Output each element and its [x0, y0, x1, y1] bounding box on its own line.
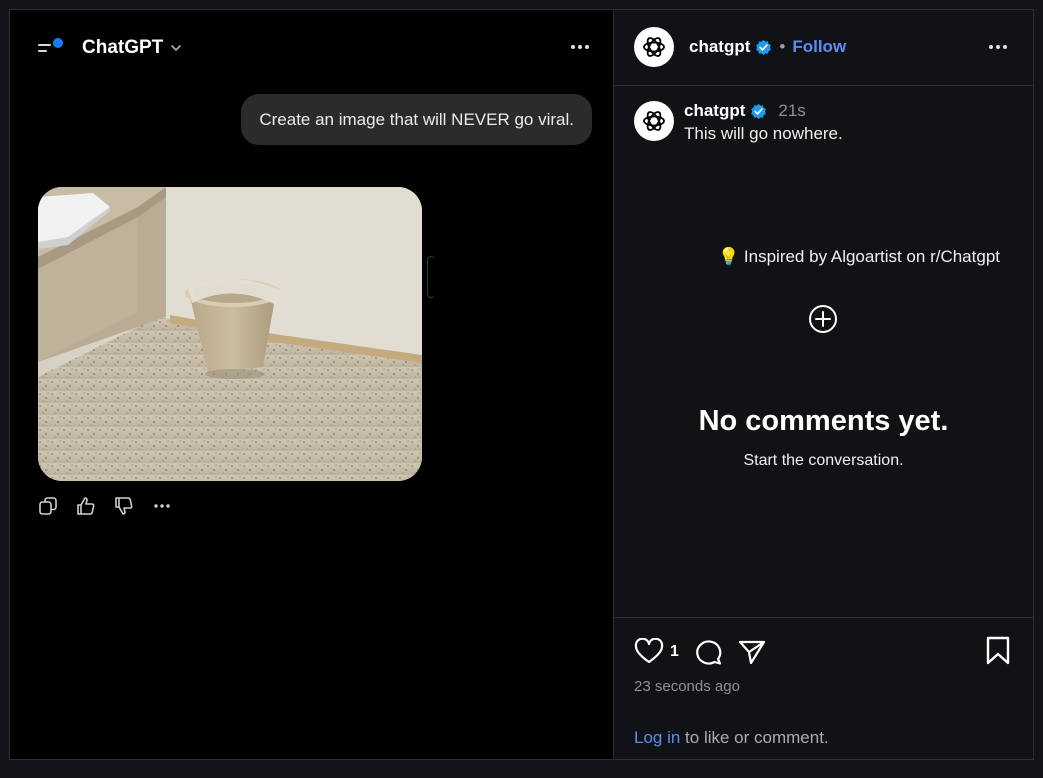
heart-icon[interactable] — [634, 638, 664, 666]
chatgpt-panel: ChatGPT Create an image that will NEVER … — [10, 10, 614, 759]
model-name: ChatGPT — [82, 37, 164, 58]
caption-text: This will go nowhere. — [684, 124, 843, 143]
image-carousel-handle[interactable] — [427, 256, 435, 298]
post-action-bar: 1 23 seconds ago Log in to like or comme… — [614, 617, 1033, 761]
caption-username[interactable]: chatgpt — [684, 101, 745, 121]
post-author-header: chatgpt • Follow — [614, 10, 1033, 86]
chatgpt-header: ChatGPT — [10, 10, 613, 86]
author-username[interactable]: chatgpt — [689, 37, 750, 57]
share-icon[interactable] — [737, 638, 767, 666]
model-selector[interactable]: ChatGPT — [82, 37, 183, 59]
openai-logo-icon — [643, 37, 665, 57]
app-frame: ChatGPT Create an image that will NEVER … — [9, 9, 1034, 760]
separator-dot: • — [779, 37, 786, 56]
more-options-icon[interactable] — [569, 40, 591, 54]
thumbs-up-icon[interactable] — [76, 496, 96, 516]
response-actions — [38, 496, 172, 516]
sidebar-menu-icon[interactable] — [38, 38, 66, 58]
lightbulb-icon: 💡 — [718, 247, 740, 266]
thumbs-down-icon[interactable] — [114, 496, 134, 516]
like-count: 1 — [670, 643, 679, 660]
verified-badge-icon — [756, 39, 772, 55]
caption-header: chatgpt 21s — [684, 101, 806, 121]
avatar[interactable] — [634, 27, 674, 67]
trash-can-corner-illustration — [38, 187, 422, 481]
bookmark-icon[interactable] — [985, 636, 1011, 666]
author-line: chatgpt • Follow — [689, 37, 846, 57]
empty-comments-title: No comments yet. — [698, 405, 949, 437]
copy-icon[interactable] — [38, 496, 58, 516]
threads-panel: chatgpt • Follow chatgpt 21s This will g… — [614, 10, 1033, 759]
verified-badge-icon — [751, 103, 767, 119]
post-age: 23 seconds ago — [634, 678, 740, 695]
login-link[interactable]: Log in — [634, 728, 680, 747]
avatar[interactable] — [634, 101, 674, 141]
follow-button[interactable]: Follow — [792, 37, 846, 57]
generated-image[interactable] — [38, 187, 422, 481]
login-prompt-text: to like or comment. — [680, 728, 829, 747]
inspired-text: Inspired by Algoartist on r/Chatgpt — [743, 247, 1000, 266]
comment-icon[interactable] — [693, 638, 723, 666]
inspired-line: 💡 Inspired by Algoartist on r/Chatgpt — [688, 247, 1030, 267]
empty-comments-subtitle: Start the conversation. — [743, 452, 904, 469]
login-prompt: Log in to like or comment. — [634, 728, 829, 748]
add-circle-icon[interactable] — [808, 304, 838, 334]
post-timestamp: 21s — [778, 101, 806, 120]
chevron-down-icon — [171, 45, 182, 52]
openai-logo-icon — [643, 111, 665, 131]
reaction-buttons: 1 — [634, 638, 767, 666]
more-icon[interactable] — [152, 496, 172, 516]
user-message-bubble: Create an image that will NEVER go viral… — [241, 94, 592, 145]
more-options-icon[interactable] — [987, 40, 1009, 54]
